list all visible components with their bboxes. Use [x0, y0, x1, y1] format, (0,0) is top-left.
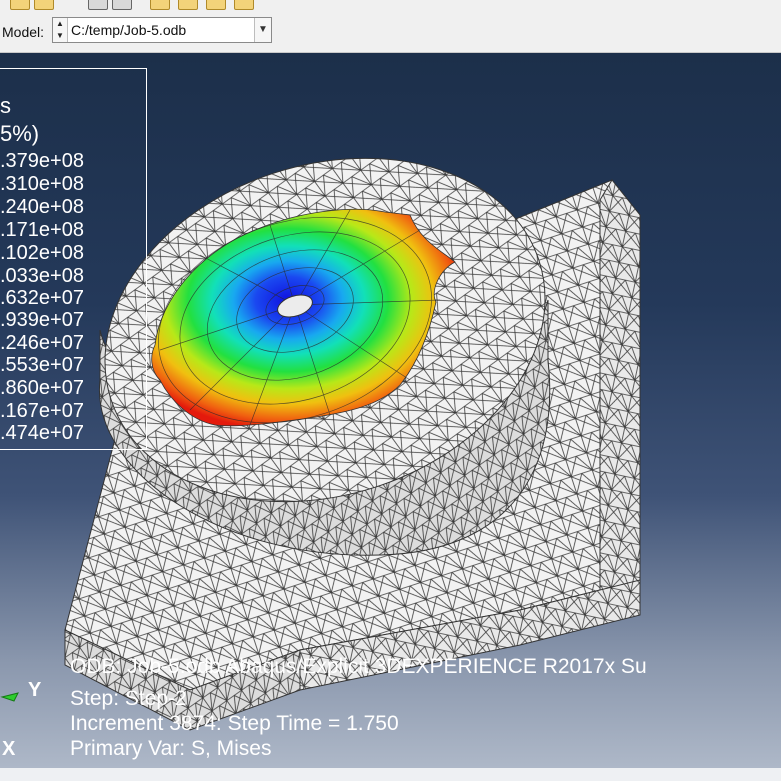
- axis-y-label: Y: [28, 679, 42, 701]
- model-spinner[interactable]: ▲ ▼: [53, 18, 68, 42]
- legend-value: .240e+08: [0, 196, 84, 218]
- render-icon[interactable]: [34, 0, 54, 10]
- viewport[interactable]: s 5%) .379e+08 .310e+08 .240e+08 .171e+0…: [0, 53, 781, 768]
- step-info: Step: Step-2: [70, 687, 187, 710]
- status-strip: [0, 768, 781, 781]
- legend-title: s: [0, 93, 11, 118]
- model-label: Model:: [2, 24, 45, 40]
- chevron-down-icon[interactable]: ▼: [254, 18, 271, 42]
- render-icon[interactable]: [10, 0, 30, 10]
- legend-value: .632e+07: [0, 287, 84, 309]
- legend-value: .246e+07: [0, 332, 84, 354]
- legend-value: .167e+07: [0, 400, 84, 422]
- legend-value: .310e+08: [0, 173, 84, 195]
- axis-triad-icon: [0, 692, 19, 702]
- query-icon[interactable]: [88, 0, 108, 10]
- folder-icon[interactable]: [234, 0, 254, 10]
- folder-icon[interactable]: [150, 0, 170, 10]
- folder-icon[interactable]: [206, 0, 226, 10]
- model-path: C:/temp/Job-5.odb: [71, 22, 187, 38]
- toolbar: [0, 0, 781, 12]
- folder-icon[interactable]: [178, 0, 198, 10]
- increment-info: Increment 3874: Step Time = 1.750: [70, 712, 399, 735]
- legend-value: .379e+08: [0, 150, 84, 172]
- legend-value: .474e+07: [0, 422, 84, 444]
- model-bar: Model: ▲ ▼ C:/temp/Job-5.odb ▼: [0, 12, 781, 53]
- model-select[interactable]: ▲ ▼ C:/temp/Job-5.odb ▼: [52, 17, 272, 43]
- spin-down-icon[interactable]: ▼: [53, 30, 67, 42]
- legend-value: .171e+08: [0, 219, 84, 241]
- legend-value: .102e+08: [0, 242, 84, 264]
- legend-value: .939e+07: [0, 309, 84, 331]
- axis-x-label: X: [2, 738, 16, 760]
- odb-info: ODB: Job-5.odb Abaqus/Explicit 3DEXPERIE…: [70, 655, 647, 678]
- legend-value: .860e+07: [0, 377, 84, 399]
- legend-value: .033e+08: [0, 265, 84, 287]
- legend-value: .553e+07: [0, 354, 84, 376]
- primary-var-info: Primary Var: S, Mises: [70, 737, 272, 760]
- legend-subtitle: 5%): [0, 121, 40, 146]
- spin-up-icon[interactable]: ▲: [53, 18, 67, 30]
- mesh-icon[interactable]: [112, 0, 132, 10]
